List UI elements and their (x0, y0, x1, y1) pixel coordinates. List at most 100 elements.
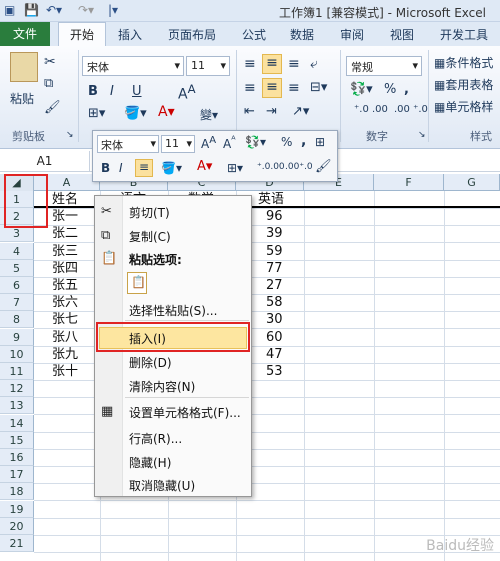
name-box[interactable]: A1 (0, 151, 90, 171)
tab-page-layout[interactable]: 页面布局 (168, 26, 216, 43)
menu-item-hide[interactable]: 隐藏(H) (129, 454, 171, 471)
redo-icon[interactable]: ↷▾ (78, 3, 94, 17)
currency-icon[interactable]: 💱▾ (350, 82, 373, 97)
row-header[interactable]: 18 (0, 483, 34, 501)
score-cell[interactable]: 53 (266, 363, 283, 380)
increase-decimal-icon[interactable]: ⁺.0 .00 (354, 104, 388, 115)
align-right-icon[interactable]: ≡ (288, 80, 300, 96)
tab-insert[interactable]: 插入 (118, 26, 142, 43)
row-header[interactable]: 16 (0, 449, 34, 466)
row-header[interactable]: 5 (0, 259, 34, 277)
underline-icon[interactable]: U (132, 84, 142, 99)
tab-home[interactable]: 开始 (58, 22, 106, 47)
row-header[interactable]: 21 (0, 535, 34, 552)
align-center-icon[interactable]: ≡ (262, 78, 282, 98)
italic-icon[interactable]: I (110, 84, 114, 99)
tab-formulas[interactable]: 公式 (242, 26, 266, 43)
name-cell[interactable]: 张四 (52, 260, 78, 277)
mini-bold-icon[interactable]: B (101, 161, 110, 175)
align-left-icon[interactable]: ≡ (244, 80, 256, 96)
menu-item-paste-special[interactable]: 选择性粘贴(S)... (129, 302, 217, 319)
mini-format-painter-icon[interactable]: 🖌 (315, 159, 332, 174)
score-cell[interactable]: 30 (266, 311, 283, 328)
score-cell[interactable]: 96 (266, 208, 283, 225)
mini-border-icon[interactable]: ⊞▾ (227, 161, 243, 175)
mini-increase-decimal-icon[interactable]: ⁺.0.00 (257, 162, 285, 172)
mini-currency-icon[interactable]: 💱▾ (245, 135, 266, 149)
menu-item-unhide[interactable]: 取消隐藏(U) (129, 477, 195, 494)
tab-data[interactable]: 数据 (290, 26, 314, 43)
decrease-indent-icon[interactable]: ⇤ (244, 104, 255, 119)
mini-fill-color-icon[interactable]: 🪣▾ (161, 161, 182, 175)
row-header[interactable]: 13 (0, 397, 34, 415)
save-icon[interactable]: 💾 (24, 3, 39, 17)
row-header[interactable]: 20 (0, 517, 34, 535)
border-icon[interactable]: ⊞▾ (88, 106, 105, 121)
row-header[interactable]: 9 (0, 328, 34, 346)
row-header[interactable]: 19 (0, 500, 34, 518)
tab-file[interactable]: 文件 (0, 22, 50, 46)
name-cell[interactable]: 张七 (52, 311, 78, 328)
mini-format-table-icon[interactable]: ⊞ (315, 135, 325, 149)
name-cell[interactable]: 张九 (52, 346, 78, 363)
row-header[interactable]: 11 (0, 363, 34, 380)
tab-developer[interactable]: 开发工具 (440, 26, 488, 43)
align-bottom-icon[interactable]: ≡ (288, 56, 300, 72)
menu-item-delete[interactable]: 删除(D) (129, 354, 172, 371)
name-cell[interactable]: 张三 (52, 243, 78, 260)
mini-font-shrink-icon[interactable]: Aᴬ (223, 135, 236, 151)
row-header[interactable]: 17 (0, 466, 34, 484)
name-cell[interactable]: 张二 (52, 225, 78, 242)
row-header[interactable]: 8 (0, 311, 34, 329)
column-header-g[interactable]: G (444, 174, 500, 191)
score-cell[interactable]: 39 (266, 225, 283, 242)
number-launcher-icon[interactable]: ↘ (418, 130, 426, 140)
mini-decrease-decimal-icon[interactable]: .00⁺.0 (285, 162, 313, 172)
font-color-icon[interactable]: A▾ (158, 104, 175, 120)
row-header[interactable]: 4 (0, 242, 34, 260)
wrap-text-icon[interactable]: ⤶ (310, 56, 318, 72)
orientation-icon[interactable]: ↗▾ (292, 104, 309, 119)
font-name-combo[interactable]: 宋体 ▾ (82, 56, 184, 76)
paste-button[interactable]: 粘贴 (10, 90, 34, 107)
mini-font-name-combo[interactable]: 宋体 ▾ (97, 135, 159, 153)
menu-item-copy[interactable]: 复制(C) (129, 228, 171, 245)
row-header[interactable]: 12 (0, 380, 34, 398)
menu-item-format-cells[interactable]: 设置单元格格式(F)... (129, 404, 241, 421)
comma-icon[interactable]: , (404, 82, 409, 97)
mini-comma-icon[interactable]: , (301, 133, 306, 149)
mini-font-color-icon[interactable]: A▾ (197, 159, 212, 174)
customize-toolbar-icon[interactable]: |▾ (108, 3, 118, 17)
menu-item-clear-contents[interactable]: 清除内容(N) (129, 378, 195, 395)
conditional-format-button[interactable]: ▦条件格式 (434, 54, 493, 71)
percent-icon[interactable]: % (384, 82, 396, 97)
increase-indent-icon[interactable]: ⇥ (266, 104, 277, 119)
tab-view[interactable]: 视图 (390, 26, 414, 43)
score-cell[interactable]: 27 (266, 277, 283, 294)
score-cell[interactable]: 59 (266, 243, 283, 260)
name-cell[interactable]: 张一 (52, 208, 78, 225)
row-header[interactable]: 15 (0, 431, 34, 449)
menu-item-row-height[interactable]: 行高(R)... (129, 430, 182, 447)
mini-italic-icon[interactable]: I (119, 161, 123, 175)
name-cell[interactable]: 张十 (52, 363, 78, 380)
menu-item-cut[interactable]: 剪切(T) (129, 204, 170, 221)
mini-font-grow-icon[interactable]: AA (201, 135, 216, 151)
name-cell[interactable]: 张六 (52, 294, 78, 311)
name-cell[interactable]: 张五 (52, 277, 78, 294)
score-cell[interactable]: 58 (266, 294, 283, 311)
fill-color-icon[interactable]: 🪣▾ (124, 106, 147, 121)
font-grow-icon[interactable]: AA (178, 82, 196, 103)
paste-icon[interactable] (10, 52, 38, 82)
tab-review[interactable]: 审阅 (340, 26, 364, 43)
align-top-icon[interactable]: ≡ (244, 56, 256, 72)
mini-center-icon[interactable]: ≡ (135, 159, 153, 177)
mini-font-size-combo[interactable]: 11 ▾ (161, 135, 195, 153)
cell-styles-button[interactable]: ▦单元格样 (434, 98, 493, 115)
clipboard-launcher-icon[interactable]: ↘ (66, 130, 74, 140)
row-header[interactable]: 10 (0, 345, 34, 363)
bold-icon[interactable]: B (88, 84, 98, 99)
font-size-combo[interactable]: 11 ▾ (186, 56, 230, 76)
merge-icon[interactable]: ⊟▾ (310, 80, 327, 95)
copy-icon[interactable]: ⧉ (44, 76, 53, 91)
